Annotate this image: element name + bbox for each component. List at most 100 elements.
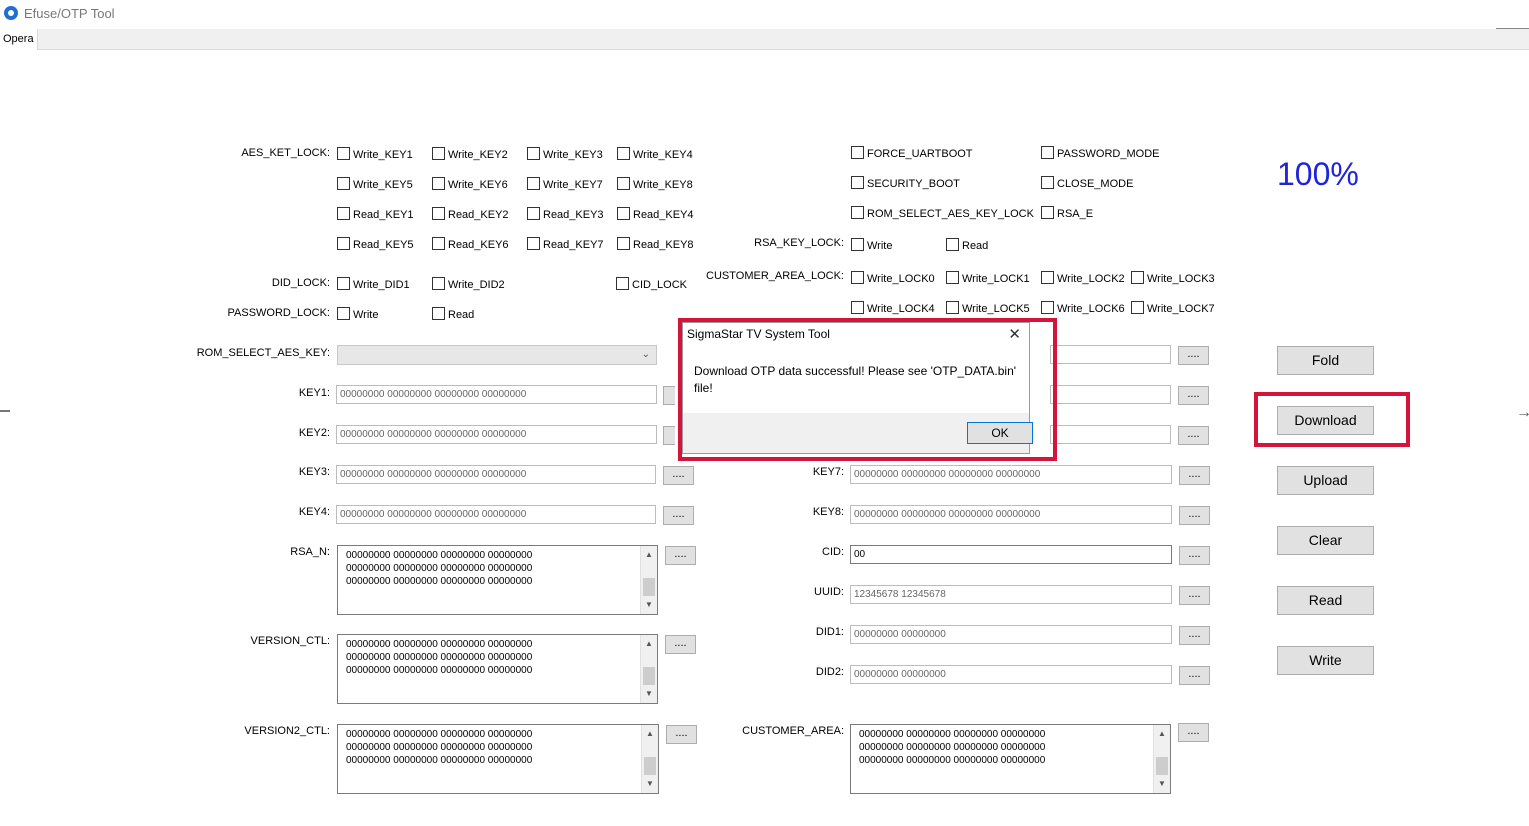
key6b-input[interactable] — [1050, 425, 1171, 444]
write-key3-checkbox[interactable]: Write_KEY3 — [527, 147, 603, 161]
rom-select-aes-key-lock-checkbox[interactable]: ROM_SELECT_AES_KEY_LOCK — [851, 206, 1034, 220]
clear-button[interactable]: Clear — [1277, 526, 1374, 555]
key1-browse-button[interactable] — [663, 386, 675, 405]
read-key6-checkbox[interactable]: Read_KEY6 — [432, 237, 509, 251]
scroll-up-icon[interactable]: ▲ — [641, 637, 657, 651]
key7-input[interactable]: 00000000 00000000 00000000 00000000 — [850, 465, 1172, 484]
password-write-checkbox[interactable]: Write — [337, 307, 378, 321]
upload-button[interactable]: Upload — [1277, 466, 1374, 495]
key6-browse-button[interactable]: .... — [1178, 386, 1209, 405]
read-key5-checkbox[interactable]: Read_KEY5 — [337, 237, 414, 251]
read-key7-checkbox[interactable]: Read_KEY7 — [527, 237, 604, 251]
write-key6-checkbox[interactable]: Write_KEY6 — [432, 177, 508, 191]
key5-browse-button[interactable]: .... — [1178, 346, 1209, 365]
uuid-browse-button[interactable]: .... — [1179, 586, 1210, 605]
rsa-key-write-checkbox[interactable]: Write — [851, 238, 892, 252]
write-button[interactable]: Write — [1277, 646, 1374, 675]
read-key3-checkbox[interactable]: Read_KEY3 — [527, 207, 604, 221]
key4-browse-button[interactable]: .... — [663, 506, 694, 525]
read-key4-checkbox[interactable]: Read_KEY4 — [617, 207, 694, 221]
rsa-n-textarea[interactable]: 00000000 00000000 00000000 00000000 0000… — [337, 545, 658, 615]
tab-bar — [0, 29, 1529, 50]
tab-opera[interactable]: Opera — [0, 29, 38, 50]
version2-ctl-browse-button[interactable]: .... — [666, 725, 697, 744]
key6b-browse-button[interactable]: .... — [1178, 426, 1209, 445]
write-key5-checkbox[interactable]: Write_KEY5 — [337, 177, 413, 191]
scroll-down-icon[interactable]: ▼ — [641, 687, 657, 701]
key4-input[interactable]: 00000000 00000000 00000000 00000000 — [336, 505, 656, 524]
password-read-checkbox[interactable]: Read — [432, 307, 474, 321]
read-key8-checkbox[interactable]: Read_KEY8 — [617, 237, 694, 251]
read-key1-checkbox[interactable]: Read_KEY1 — [337, 207, 414, 221]
force-uartboot-checkbox[interactable]: FORCE_UARTBOOT — [851, 146, 973, 160]
key1-input[interactable]: 00000000 00000000 00000000 00000000 — [336, 385, 657, 404]
write-lock0-checkbox[interactable]: Write_LOCK0 — [851, 271, 935, 285]
scroll-thumb[interactable] — [1156, 757, 1168, 775]
write-key8-checkbox[interactable]: Write_KEY8 — [617, 177, 693, 191]
key8-browse-button[interactable]: .... — [1179, 506, 1210, 525]
password-mode-checkbox[interactable]: PASSWORD_MODE — [1041, 146, 1159, 160]
download-highlight-box — [1254, 392, 1410, 447]
write-key1-checkbox[interactable]: Write_KEY1 — [337, 147, 413, 161]
aes-key-lock-label: AES_KET_LOCK: — [241, 147, 330, 159]
customer-area-browse-button[interactable]: .... — [1178, 723, 1209, 742]
key2-label: KEY2: — [298, 427, 330, 439]
read-key2-checkbox[interactable]: Read_KEY2 — [432, 207, 509, 221]
scroll-thumb[interactable] — [643, 578, 655, 596]
scroll-down-icon[interactable]: ▼ — [1154, 777, 1170, 791]
rsa-e-checkbox[interactable]: RSA_E — [1041, 206, 1093, 220]
did1-browse-button[interactable]: .... — [1179, 626, 1210, 645]
did1-input[interactable]: 00000000 00000000 — [850, 625, 1172, 644]
key8-input[interactable]: 00000000 00000000 00000000 00000000 — [850, 505, 1172, 524]
read-button[interactable]: Read — [1277, 586, 1374, 615]
write-key2-checkbox[interactable]: Write_KEY2 — [432, 147, 508, 161]
version2-ctl-textarea[interactable]: 00000000 00000000 00000000 00000000 0000… — [337, 724, 659, 794]
key3-input[interactable]: 00000000 00000000 00000000 00000000 — [336, 465, 656, 484]
scrollbar[interactable]: ▲ ▼ — [640, 546, 657, 614]
scroll-up-icon[interactable]: ▲ — [641, 548, 657, 562]
scrollbar[interactable]: ▲ ▼ — [1153, 725, 1170, 793]
rom-select-aes-key-dropdown[interactable]: ⌄ — [337, 345, 657, 365]
key2-browse-button[interactable] — [663, 426, 675, 445]
key2-input[interactable]: 00000000 00000000 00000000 00000000 — [336, 425, 657, 444]
version-ctl-textarea[interactable]: 00000000 00000000 00000000 00000000 0000… — [337, 634, 658, 704]
write-did2-checkbox[interactable]: Write_DID2 — [432, 277, 505, 291]
scroll-thumb[interactable] — [643, 667, 655, 685]
did2-browse-button[interactable]: .... — [1179, 666, 1210, 685]
write-lock7-checkbox[interactable]: Write_LOCK7 — [1131, 301, 1215, 315]
security-boot-checkbox[interactable]: SECURITY_BOOT — [851, 176, 960, 190]
rsa-n-browse-button[interactable]: .... — [665, 546, 696, 565]
write-lock4-checkbox[interactable]: Write_LOCK4 — [851, 301, 935, 315]
scroll-thumb[interactable] — [644, 757, 656, 775]
write-lock6-checkbox[interactable]: Write_LOCK6 — [1041, 301, 1125, 315]
write-key4-checkbox[interactable]: Write_KEY4 — [617, 147, 693, 161]
write-lock3-checkbox[interactable]: Write_LOCK3 — [1131, 271, 1215, 285]
write-did1-checkbox[interactable]: Write_DID1 — [337, 277, 410, 291]
cid-lock-checkbox[interactable]: CID_LOCK — [616, 277, 687, 291]
scroll-down-icon[interactable]: ▼ — [641, 598, 657, 612]
scroll-up-icon[interactable]: ▲ — [1154, 727, 1170, 741]
key6-input[interactable] — [1050, 385, 1171, 404]
fold-button[interactable]: Fold — [1277, 346, 1374, 375]
customer-area-textarea[interactable]: 00000000 00000000 00000000 00000000 0000… — [850, 724, 1171, 794]
cid-input[interactable]: 00 — [850, 545, 1172, 564]
key7-browse-button[interactable]: .... — [1179, 466, 1210, 485]
write-key7-checkbox[interactable]: Write_KEY7 — [527, 177, 603, 191]
key5-input[interactable] — [1050, 345, 1171, 364]
scroll-down-icon[interactable]: ▼ — [642, 777, 658, 791]
uuid-input[interactable]: 12345678 12345678 — [850, 585, 1172, 604]
scrollbar[interactable]: ▲ ▼ — [641, 725, 658, 793]
write-lock2-checkbox[interactable]: Write_LOCK2 — [1041, 271, 1125, 285]
close-mode-checkbox[interactable]: CLOSE_MODE — [1041, 176, 1133, 190]
scrollbar[interactable]: ▲ ▼ — [640, 635, 657, 703]
rsa-key-read-checkbox[interactable]: Read — [946, 238, 988, 252]
cid-browse-button[interactable]: .... — [1179, 546, 1210, 565]
customer-area-label: CUSTOMER_AREA: — [742, 725, 844, 737]
scroll-up-icon[interactable]: ▲ — [642, 727, 658, 741]
did2-input[interactable]: 00000000 00000000 — [850, 665, 1172, 684]
write-lock1-checkbox[interactable]: Write_LOCK1 — [946, 271, 1030, 285]
version-ctl-browse-button[interactable]: .... — [665, 635, 696, 654]
password-lock-label: PASSWORD_LOCK: — [227, 307, 331, 319]
key3-browse-button[interactable]: .... — [663, 466, 694, 485]
write-lock5-checkbox[interactable]: Write_LOCK5 — [946, 301, 1030, 315]
